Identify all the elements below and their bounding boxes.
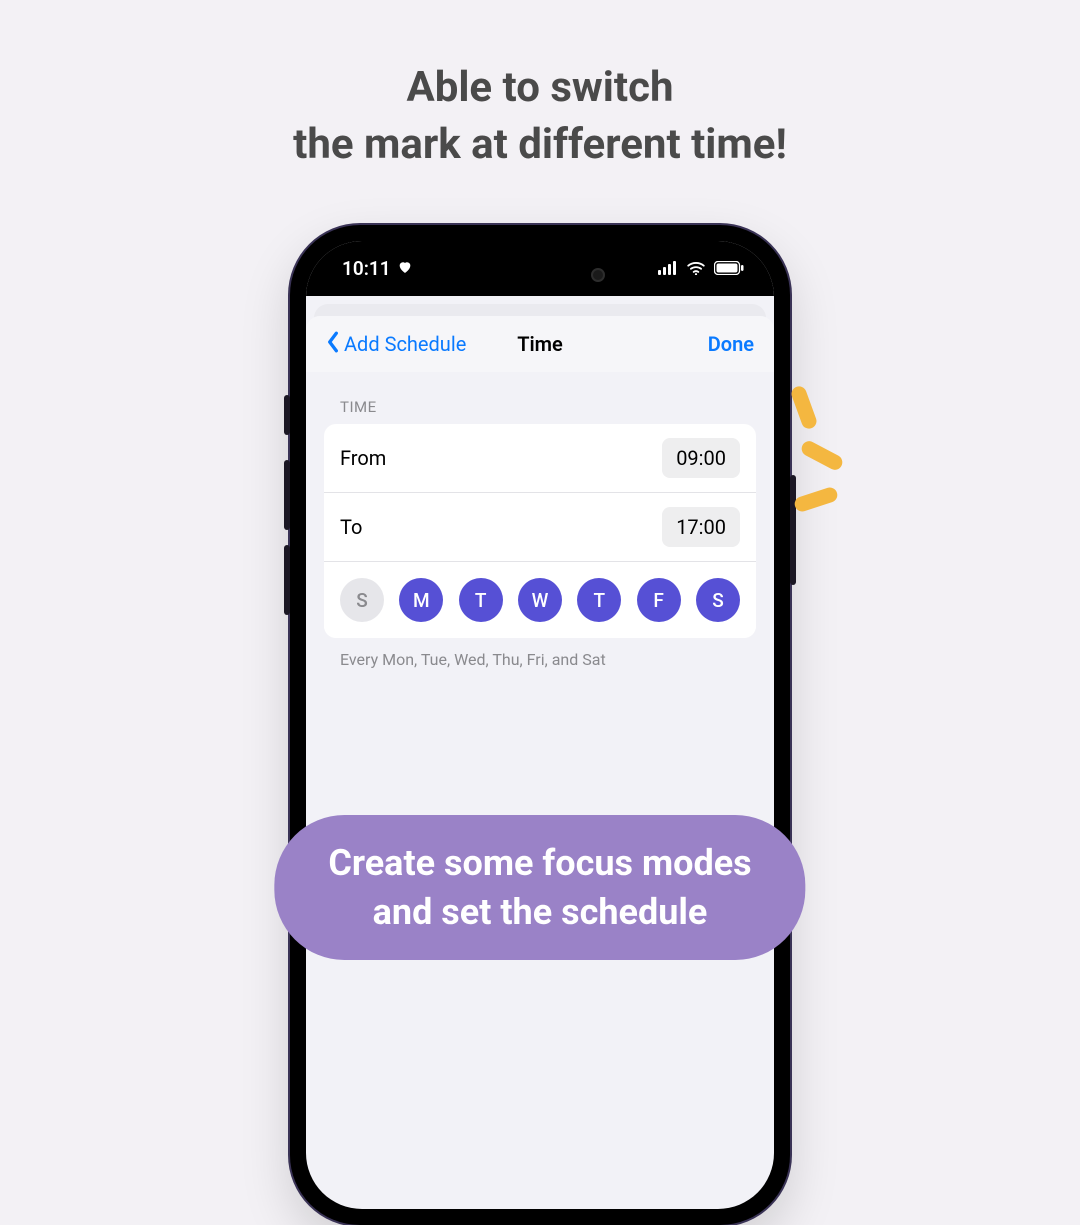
front-camera-icon bbox=[591, 268, 605, 282]
from-label: From bbox=[340, 446, 386, 470]
day-toggle-sat[interactable]: S bbox=[696, 578, 740, 622]
accent-dash-icon bbox=[799, 439, 845, 473]
promo-caption: Create some focus modes and set the sche… bbox=[274, 815, 805, 960]
accent-dash-icon bbox=[793, 486, 839, 514]
schedule-summary: Every Mon, Tue, Wed, Thu, Fri, and Sat bbox=[306, 638, 774, 669]
day-toggle-mon[interactable]: M bbox=[399, 578, 443, 622]
done-button[interactable]: Done bbox=[708, 332, 754, 356]
accent-dash-icon bbox=[789, 384, 818, 430]
battery-icon bbox=[714, 257, 744, 280]
to-time-value[interactable]: 17:00 bbox=[662, 507, 740, 547]
back-label: Add Schedule bbox=[344, 332, 466, 356]
time-list: From 09:00 To 17:00 S M T W T F S bbox=[324, 424, 756, 638]
phone-side-button bbox=[284, 545, 290, 615]
status-time: 10:11 bbox=[342, 257, 391, 280]
phone-side-button bbox=[790, 475, 796, 585]
days-row: S M T W T F S bbox=[324, 561, 756, 638]
day-toggle-tue[interactable]: T bbox=[459, 578, 503, 622]
phone-screen: 10:11 bbox=[306, 241, 774, 1209]
from-row[interactable]: From 09:00 bbox=[324, 424, 756, 492]
phone-side-button bbox=[284, 395, 290, 435]
cellular-icon bbox=[658, 257, 678, 280]
dynamic-island bbox=[465, 255, 615, 295]
phone-side-button bbox=[284, 460, 290, 530]
day-toggle-fri[interactable]: F bbox=[637, 578, 681, 622]
wifi-icon bbox=[686, 257, 706, 280]
heart-icon bbox=[397, 257, 413, 280]
from-time-value[interactable]: 09:00 bbox=[662, 438, 740, 478]
day-toggle-wed[interactable]: W bbox=[518, 578, 562, 622]
day-toggle-sun[interactable]: S bbox=[340, 578, 384, 622]
to-row[interactable]: To 17:00 bbox=[324, 492, 756, 561]
back-button[interactable]: Add Schedule bbox=[326, 331, 466, 358]
promo-headline: Able to switch the mark at different tim… bbox=[0, 60, 1080, 173]
nav-bar: Add Schedule Time Done bbox=[306, 316, 774, 372]
modal-sheet: Add Schedule Time Done TIME From 09:00 T… bbox=[306, 316, 774, 709]
section-header-time: TIME bbox=[306, 372, 774, 424]
day-toggle-thu[interactable]: T bbox=[577, 578, 621, 622]
to-label: To bbox=[340, 515, 362, 539]
phone-frame: 10:11 bbox=[290, 225, 790, 1225]
chevron-left-icon bbox=[326, 331, 340, 358]
